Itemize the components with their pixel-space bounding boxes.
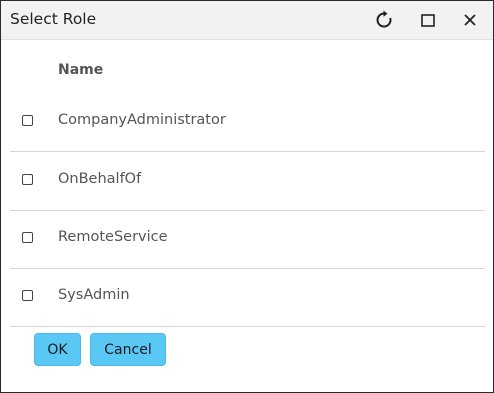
maximize-icon <box>421 14 435 27</box>
cancel-button[interactable]: Cancel <box>90 333 166 366</box>
row-checkbox[interactable] <box>22 174 33 185</box>
table-row[interactable]: SysAdmin <box>10 268 485 327</box>
table-row[interactable]: CompanyAdministrator <box>10 93 485 152</box>
row-checkbox[interactable] <box>22 290 33 301</box>
column-header-name: Name <box>58 62 104 78</box>
table-row[interactable]: OnBehalfOf <box>10 152 485 211</box>
close-button[interactable] <box>456 7 484 33</box>
role-name: RemoteService <box>58 229 168 245</box>
role-name: OnBehalfOf <box>58 171 142 187</box>
row-checkbox[interactable] <box>22 115 33 126</box>
refresh-icon <box>376 10 392 28</box>
row-checkbox[interactable] <box>22 232 33 243</box>
close-icon <box>464 14 476 26</box>
table-row[interactable]: RemoteService <box>10 210 485 269</box>
maximize-button[interactable] <box>414 7 442 33</box>
role-name: CompanyAdministrator <box>58 112 226 128</box>
role-name: SysAdmin <box>58 287 130 303</box>
ok-button[interactable]: OK <box>34 333 81 366</box>
dialog-titlebar: Select Role <box>1 1 493 40</box>
select-role-dialog: Select Role Name CompanyAdministrator On… <box>0 0 494 393</box>
dialog-title: Select Role <box>10 10 97 28</box>
refresh-button[interactable] <box>370 7 398 33</box>
